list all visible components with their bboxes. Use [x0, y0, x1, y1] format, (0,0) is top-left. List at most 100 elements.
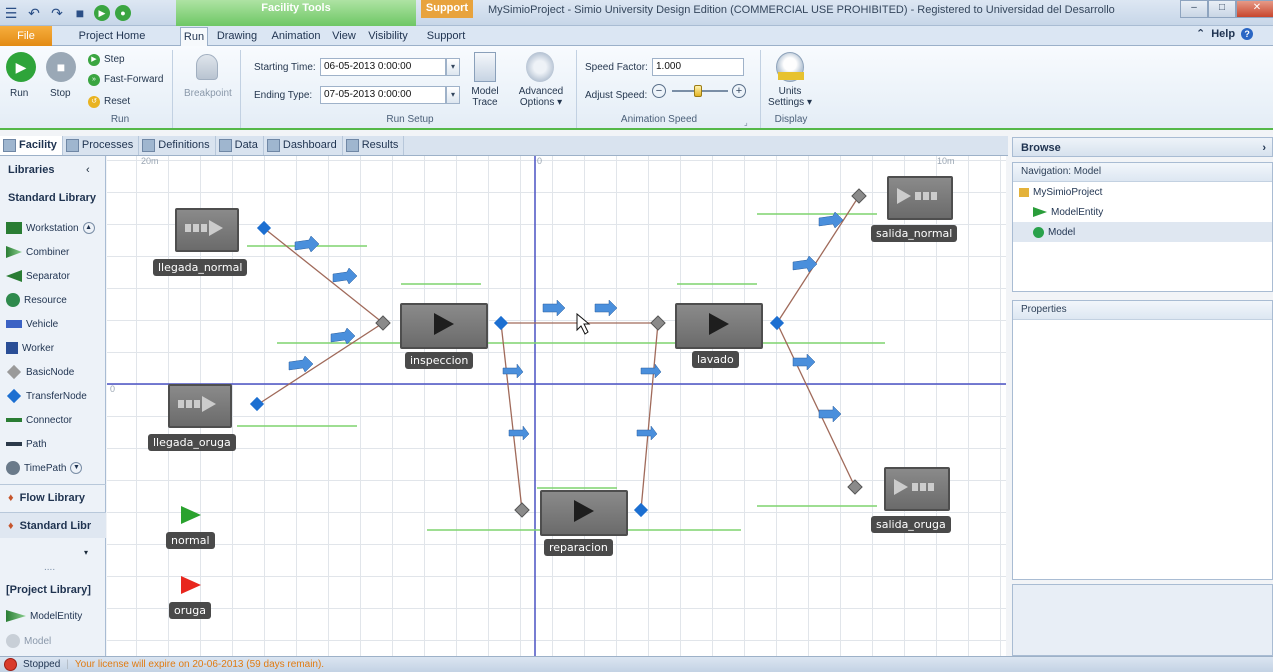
- units-settings-button[interactable]: Units Settings ▾: [764, 86, 816, 108]
- breakpoint-icon[interactable]: [196, 54, 218, 80]
- run-big-icon[interactable]: ▶: [6, 52, 36, 82]
- tab-processes[interactable]: Processes: [63, 136, 140, 155]
- help-icon[interactable]: ?: [1241, 27, 1254, 40]
- run-button-label[interactable]: Run: [10, 88, 28, 99]
- source-llegada-normal[interactable]: [175, 208, 239, 252]
- ending-type-dropdown[interactable]: ▾: [446, 86, 460, 104]
- starting-time-dropdown[interactable]: ▾: [446, 58, 460, 76]
- step-button[interactable]: Step: [104, 54, 125, 65]
- tab-results[interactable]: Results: [343, 136, 405, 155]
- speed-slider-thumb[interactable]: [694, 85, 702, 97]
- tab-project-home[interactable]: Project Home: [70, 27, 154, 46]
- label-lavado[interactable]: lavado: [692, 351, 739, 368]
- results-icon: [345, 139, 359, 152]
- display-group-label: Display: [774, 114, 808, 125]
- label-inspeccion[interactable]: inspeccion: [405, 352, 474, 369]
- tab-run[interactable]: Run: [180, 27, 208, 46]
- label-reparacion[interactable]: reparacion: [544, 539, 613, 556]
- model-trace-button[interactable]: Model Trace: [470, 86, 500, 108]
- server-lavado[interactable]: [675, 303, 763, 349]
- model-trace-icon[interactable]: [474, 52, 496, 82]
- ending-type-field[interactable]: 07-05-2013 0:00:00: [320, 86, 446, 104]
- tree-item-model[interactable]: Model: [1013, 222, 1272, 242]
- label-salida-normal[interactable]: salida_normal: [871, 225, 958, 242]
- tab-definitions[interactable]: Definitions: [139, 136, 216, 155]
- source-llegada-oruga[interactable]: [168, 384, 232, 428]
- maximize-button[interactable]: □: [1208, 0, 1236, 18]
- step-icon[interactable]: ▶: [88, 54, 100, 66]
- library-item-transfernode[interactable]: TransferNode: [6, 384, 104, 408]
- tab-support[interactable]: Support: [424, 27, 468, 46]
- collapse-libraries-icon[interactable]: ‹: [86, 164, 90, 176]
- speed-decrease-icon[interactable]: −: [652, 84, 666, 98]
- label-normal-entity[interactable]: normal: [166, 532, 215, 549]
- library-item-connector[interactable]: Connector: [6, 408, 104, 432]
- advanced-options-button[interactable]: Advanced Options ▾: [514, 86, 568, 108]
- library-item-resource[interactable]: Resource: [6, 288, 104, 312]
- scroll-up-icon[interactable]: ▲: [82, 222, 95, 234]
- label-salida-oruga[interactable]: salida_oruga: [871, 516, 951, 533]
- starting-time-field[interactable]: 06-05-2013 0:00:00: [320, 58, 446, 76]
- minimize-button[interactable]: –: [1180, 0, 1208, 18]
- stop-button-label[interactable]: Stop: [50, 88, 71, 99]
- library-item-path[interactable]: Path: [6, 432, 104, 456]
- tab-data[interactable]: Data: [216, 136, 264, 155]
- tab-facility[interactable]: Facility: [0, 136, 63, 155]
- library-more[interactable]: ....: [44, 562, 55, 573]
- fast-forward-icon[interactable]: »: [88, 74, 100, 86]
- stop-icon[interactable]: ●: [115, 5, 131, 21]
- label-llegada-oruga[interactable]: llegada_oruga: [148, 434, 236, 451]
- resource-icon: [6, 293, 20, 307]
- run-icon[interactable]: ▶: [94, 5, 110, 21]
- library-item-combiner[interactable]: Combiner: [6, 240, 104, 264]
- speed-increase-icon[interactable]: +: [732, 84, 746, 98]
- save-icon[interactable]: ■: [71, 4, 89, 22]
- support-badge[interactable]: Support: [421, 0, 473, 18]
- reset-icon[interactable]: ↺: [88, 96, 100, 108]
- tab-view[interactable]: View: [330, 27, 358, 46]
- project-item-modelentity[interactable]: ModelEntity: [6, 610, 82, 622]
- project-item-model[interactable]: Model: [6, 634, 51, 648]
- browse-collapse-icon[interactable]: ›: [1262, 138, 1266, 158]
- stop-big-icon[interactable]: ■: [46, 52, 76, 82]
- facility-canvas[interactable]: 20m 0 10m 0 llegada_normal llegada_oruga…: [107, 156, 1006, 656]
- close-button[interactable]: ✕: [1236, 0, 1273, 18]
- library-expand-icon[interactable]: ▾: [84, 548, 88, 557]
- server-inspeccion[interactable]: [400, 303, 488, 349]
- label-oruga-entity[interactable]: oruga: [169, 602, 211, 619]
- advanced-options-icon[interactable]: [526, 52, 554, 82]
- library-item-separator[interactable]: Separator: [6, 264, 104, 288]
- undo-icon[interactable]: ↶: [25, 4, 43, 22]
- reset-button[interactable]: Reset: [104, 96, 130, 107]
- breakpoint-button[interactable]: Breakpoint: [184, 88, 232, 99]
- scroll-down-icon[interactable]: ▼: [70, 462, 83, 474]
- transfer-node: [769, 315, 785, 331]
- standard-library-icon: ♦: [8, 519, 14, 532]
- flow-library-bar[interactable]: ♦ Flow Library: [0, 484, 106, 510]
- speed-factor-field[interactable]: 1.000: [652, 58, 744, 76]
- tree-item-modelentity[interactable]: ModelEntity: [1013, 202, 1272, 222]
- library-item-basicnode[interactable]: BasicNode: [6, 360, 104, 384]
- standard-library-bar[interactable]: ♦ Standard Libr: [0, 512, 106, 538]
- library-item-workstation[interactable]: Workstation ▲: [6, 216, 104, 240]
- dialog-launcher-icon[interactable]: ⌟: [744, 118, 748, 127]
- tab-animation[interactable]: Animation: [268, 27, 324, 46]
- library-item-worker[interactable]: Worker: [6, 336, 104, 360]
- sink-salida-oruga[interactable]: [884, 467, 950, 511]
- server-reparacion[interactable]: [540, 490, 628, 536]
- library-item-vehicle[interactable]: Vehicle: [6, 312, 104, 336]
- fast-forward-button[interactable]: Fast-Forward: [104, 74, 163, 85]
- sink-salida-normal[interactable]: [887, 176, 953, 220]
- app-menu-icon[interactable]: ☰: [2, 4, 20, 22]
- library-item-timepath[interactable]: TimePath ▼: [6, 456, 104, 480]
- combiner-icon: [6, 246, 22, 258]
- tab-drawing[interactable]: Drawing: [214, 27, 260, 46]
- label-llegada-normal[interactable]: llegada_normal: [153, 259, 248, 276]
- tab-visibility[interactable]: Visibility: [366, 27, 410, 46]
- help-button[interactable]: Help: [1211, 28, 1235, 40]
- tab-dashboard[interactable]: Dashboard: [264, 136, 343, 155]
- tree-item-mysimioproject[interactable]: MySimioProject: [1013, 182, 1272, 202]
- file-button[interactable]: File: [0, 26, 52, 46]
- ribbon-collapse-icon[interactable]: ⌃: [1196, 27, 1205, 40]
- redo-icon[interactable]: ↷: [48, 4, 66, 22]
